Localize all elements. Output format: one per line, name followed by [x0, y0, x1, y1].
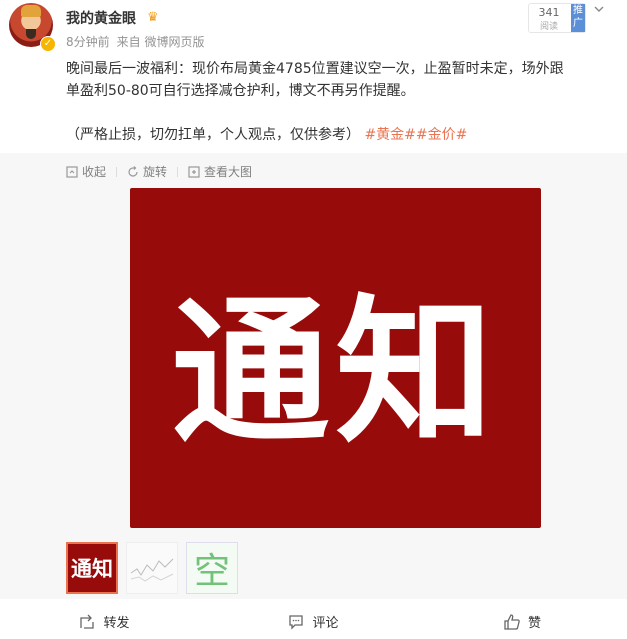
- forward-button[interactable]: 转发: [0, 604, 209, 639]
- media-toolbar: 收起 旋转 查看大图: [66, 163, 252, 180]
- ad-count: 341: [538, 6, 560, 19]
- zoom-icon: [188, 165, 200, 178]
- post-meta: 8分钟前 来自 微博网页版: [66, 33, 211, 50]
- crown-icon[interactable]: ♛: [147, 10, 159, 25]
- collapse-label: 收起: [82, 165, 107, 179]
- post-disclaimer-line: （严格止损，切勿扛单，个人观点，仅供参考） #黄金##金价#: [66, 124, 618, 146]
- post-text-line2: 单盈利50-80可自行选择减仓护利，博文不再另作提醒。: [66, 83, 415, 99]
- post-text-line1: 晚间最后一波福利：现价布局黄金4785位置建议空一次，止盈暂时未定，场外跟: [66, 61, 564, 77]
- rotate-icon: [128, 165, 138, 177]
- post-time[interactable]: 8分钟前: [66, 35, 110, 49]
- view-large-label: 查看大图: [204, 165, 253, 179]
- view-large-button[interactable]: 查看大图: [188, 163, 252, 180]
- comment-icon: [289, 614, 304, 630]
- post-source[interactable]: 来自 微博网页版: [117, 35, 205, 49]
- hashtag-link[interactable]: #黄金##金价#: [364, 127, 467, 143]
- collapse-icon: [66, 165, 78, 178]
- forward-label: 转发: [103, 616, 130, 631]
- main-image-text: 通知: [171, 280, 500, 465]
- toolbar-divider: [116, 166, 118, 177]
- post-header: ✓ 我的黄金眼 ♛ 8分钟前 来自 微博网页版 341 阅读 推广: [0, 0, 627, 56]
- post-disclaimer: （严格止损，切勿扛单，个人观点，仅供参考）: [66, 127, 360, 143]
- comment-button[interactable]: 评论: [209, 604, 418, 639]
- thumbnail-notice[interactable]: 通知: [66, 542, 118, 594]
- toolbar-divider: [177, 166, 179, 177]
- verified-icon: ✓: [40, 36, 56, 52]
- action-bar: 转发 评论 赞: [0, 604, 627, 639]
- username[interactable]: 我的黄金眼: [66, 8, 136, 28]
- post-body: 晚间最后一波福利：现价布局黄金4785位置建议空一次，止盈暂时未定，场外跟 单盈…: [66, 58, 618, 146]
- rotate-button[interactable]: 旋转: [127, 163, 167, 180]
- like-label: 赞: [527, 616, 541, 631]
- main-image[interactable]: 通知: [130, 188, 541, 528]
- ad-sub: 阅读: [539, 22, 558, 32]
- mini-chart-icon: [130, 558, 174, 582]
- thumbs-up-icon: [504, 613, 520, 630]
- collapse-button[interactable]: 收起: [66, 163, 106, 180]
- comment-label: 评论: [312, 616, 339, 631]
- media-area: 收起 旋转 查看大图 通知 通知 空: [0, 153, 627, 599]
- like-button[interactable]: 赞: [418, 604, 627, 639]
- thumbnail-strip: 通知 空: [66, 542, 246, 594]
- rotate-label: 旋转: [143, 165, 168, 179]
- forward-icon: [80, 614, 95, 629]
- chevron-down-icon[interactable]: [594, 4, 604, 14]
- avatar-hat: [21, 5, 41, 17]
- thumbnail-short[interactable]: 空: [186, 542, 238, 594]
- avatar-beard: [26, 29, 36, 39]
- thumbnail-chart[interactable]: [126, 542, 178, 594]
- ad-badge[interactable]: 341 阅读 推广: [528, 3, 586, 33]
- ad-tag: 推广: [571, 4, 585, 32]
